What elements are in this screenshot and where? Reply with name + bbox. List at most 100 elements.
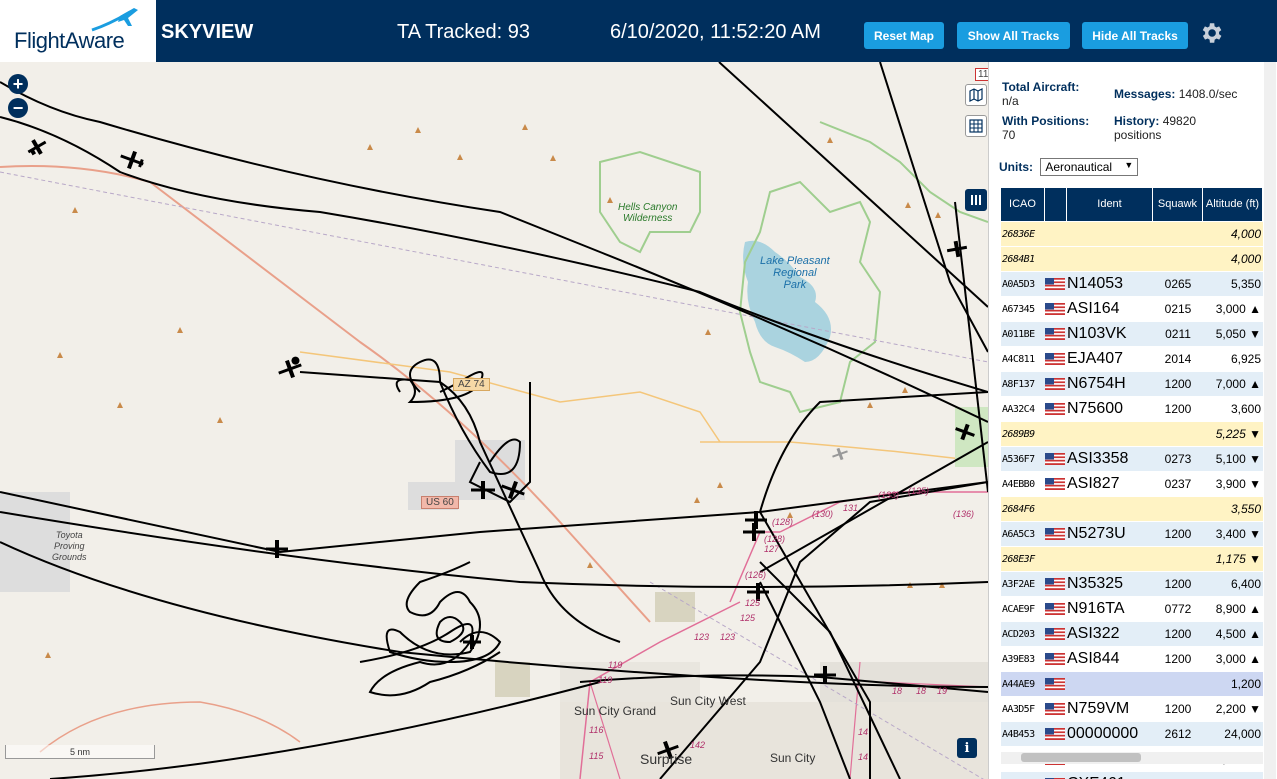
col-icao[interactable]: ICAO bbox=[1001, 188, 1045, 221]
table-row[interactable]: A536F7 ASI3358 0273 5,100 ▼ bbox=[1001, 447, 1263, 472]
altitude-cell: 1,175 ▼ bbox=[1215, 552, 1261, 566]
table-row[interactable]: A4B453 00000000 2612 24,000 bbox=[1001, 722, 1263, 747]
icao-cell: A39E83 bbox=[1002, 653, 1035, 665]
table-row[interactable]: 26836E 4,000 bbox=[1001, 222, 1263, 247]
road-number: 125 bbox=[740, 613, 756, 623]
icao-cell: A8F137 bbox=[1002, 378, 1035, 390]
altitude-cell: 4,500 ▲ bbox=[1215, 627, 1261, 641]
table-row[interactable]: A44AE9 1,200 bbox=[1001, 672, 1263, 697]
road-number: 131 bbox=[843, 503, 859, 513]
flag-cell bbox=[1045, 378, 1067, 390]
plane-logo-icon bbox=[91, 8, 138, 32]
grid-overlay-icon[interactable] bbox=[965, 115, 987, 137]
col-altitude[interactable]: Altitude (ft) bbox=[1203, 188, 1263, 221]
with-positions-value: 70 bbox=[1002, 128, 1016, 142]
road-number: (130) bbox=[812, 509, 834, 519]
horizontal-scrollbar[interactable] bbox=[1001, 752, 1263, 764]
map-layers-icon[interactable] bbox=[965, 84, 987, 106]
table-row[interactable]: A4EBB0 ASI827 0237 3,900 ▼ bbox=[1001, 472, 1263, 497]
us-flag-icon bbox=[1045, 703, 1065, 715]
with-positions-label: With Positions: bbox=[1002, 114, 1090, 128]
icao-cell: 268E3F bbox=[1002, 553, 1035, 565]
squawk-cell: 1200 bbox=[1164, 627, 1192, 641]
table-row[interactable]: A0F5B2 CXF461 1200 4,125 bbox=[1001, 772, 1263, 779]
table-row[interactable]: A39E83 ASI844 1200 3,000 ▲ bbox=[1001, 647, 1263, 672]
map-canvas[interactable]: + − 11 Hells Canyon Wilderness Lake Plea… bbox=[0, 62, 988, 779]
road-number: 127 bbox=[764, 544, 780, 554]
hide-all-tracks-button[interactable]: Hide All Tracks bbox=[1082, 22, 1188, 49]
history-unit: positions bbox=[1114, 128, 1162, 142]
ident-cell: N916TA bbox=[1067, 600, 1125, 617]
icao-cell: AA3D5F bbox=[1002, 703, 1035, 715]
table-row[interactable]: A0A5D3 N14053 0265 5,350 bbox=[1001, 272, 1263, 297]
road-number: (136) bbox=[953, 509, 975, 519]
table-row[interactable]: A4C811 EJA407 2014 6,925 bbox=[1001, 347, 1263, 372]
col-squawk[interactable]: Squawk bbox=[1153, 188, 1203, 221]
table-row[interactable]: 2684B1 4,000 bbox=[1001, 247, 1263, 272]
road-number: 116 bbox=[589, 725, 604, 735]
ident-cell: N75600 bbox=[1067, 400, 1124, 417]
table-row[interactable]: A67345 ASI164 0215 3,000 ▲ bbox=[1001, 297, 1263, 322]
road-number: (128) bbox=[772, 517, 794, 527]
zoom-in-button[interactable]: + bbox=[8, 74, 28, 94]
zoom-out-button[interactable]: − bbox=[8, 98, 28, 118]
flag-cell bbox=[1045, 328, 1067, 340]
road-number: (128) bbox=[764, 534, 786, 544]
reset-map-button[interactable]: Reset Map bbox=[864, 22, 944, 49]
scale-bar: 5 nm bbox=[5, 745, 155, 759]
icao-cell: A44AE9 bbox=[1002, 678, 1035, 690]
hells-canyon-label: Hells Canyon Wilderness bbox=[618, 202, 678, 224]
map-layer[interactable] bbox=[0, 62, 988, 779]
squawk-cell: 0265 bbox=[1164, 277, 1192, 291]
ident-cell: N14053 bbox=[1067, 275, 1124, 292]
table-row[interactable]: 2684F6 3,550 bbox=[1001, 497, 1263, 522]
units-select[interactable]: Aeronautical ▼ bbox=[1040, 158, 1139, 176]
ident-cell: N6754H bbox=[1067, 375, 1126, 392]
aircraft-table-header: ICAO Ident Squawk Altitude (ft) bbox=[1001, 188, 1263, 221]
road-number: 18 bbox=[892, 686, 903, 696]
ident-cell: N103VK bbox=[1067, 325, 1127, 342]
road-number: 14 bbox=[858, 752, 869, 762]
us60-shield: US 60 bbox=[421, 496, 459, 509]
us-flag-icon bbox=[1045, 603, 1065, 615]
show-all-tracks-button[interactable]: Show All Tracks bbox=[957, 22, 1070, 49]
col-ident[interactable]: Ident bbox=[1067, 188, 1153, 221]
flag-cell bbox=[1045, 578, 1067, 590]
road-number: 119 bbox=[598, 675, 613, 685]
lake-pleasant-label: Lake Pleasant Regional Park bbox=[760, 255, 830, 291]
icao-cell: 2684B1 bbox=[1002, 253, 1035, 265]
road-number: 123 bbox=[720, 632, 736, 642]
aircraft-table-body: 26836E 4,000 2684B1 4,000 A0A5D3 N14053 … bbox=[1001, 222, 1263, 779]
table-row[interactable]: A8F137 N6754H 1200 7,000 ▲ bbox=[1001, 372, 1263, 397]
ident-cell: ASI322 bbox=[1067, 625, 1120, 642]
table-row[interactable]: AA32C4 N75600 1200 3,600 bbox=[1001, 397, 1263, 422]
table-row[interactable]: 268E3F 1,175 ▼ bbox=[1001, 547, 1263, 572]
flightaware-logo[interactable]: FlightAware bbox=[0, 0, 156, 62]
col-flag[interactable] bbox=[1045, 188, 1067, 221]
table-row[interactable]: A3F2AE N35325 1200 6,400 bbox=[1001, 572, 1263, 597]
table-row[interactable]: ACAE9F N916TA 0772 8,900 ▲ bbox=[1001, 597, 1263, 622]
altitude-cell: 3,550 bbox=[1230, 502, 1261, 516]
info-icon[interactable]: i bbox=[957, 738, 977, 758]
settings-gear-icon[interactable] bbox=[1198, 20, 1224, 46]
us-flag-icon bbox=[1045, 628, 1065, 640]
vertical-scrollbar[interactable] bbox=[1264, 62, 1276, 779]
units-label: Units: bbox=[999, 160, 1033, 174]
columns-toggle-icon[interactable] bbox=[965, 189, 987, 211]
table-row[interactable]: ACD203 ASI322 1200 4,500 ▲ bbox=[1001, 622, 1263, 647]
ident-cell: CXF461 bbox=[1067, 775, 1153, 779]
table-row[interactable]: A011BE N103VK 0211 5,050 ▼ bbox=[1001, 322, 1263, 347]
ident-cell: ASI164 bbox=[1067, 300, 1120, 317]
altitude-cell: 5,225 ▼ bbox=[1215, 427, 1261, 441]
flag-cell bbox=[1045, 703, 1067, 715]
table-row[interactable]: 2689B9 5,225 ▼ bbox=[1001, 422, 1263, 447]
flag-cell bbox=[1045, 478, 1067, 490]
flag-cell bbox=[1045, 653, 1067, 665]
ident-cell: ASI3358 bbox=[1067, 450, 1129, 467]
ident-cell: 00000000 bbox=[1067, 725, 1139, 742]
icao-cell: A4C811 bbox=[1002, 353, 1035, 365]
table-row[interactable]: AA3D5F N759VM 1200 2,200 ▼ bbox=[1001, 697, 1263, 722]
icao-cell: A0A5D3 bbox=[1002, 278, 1035, 290]
table-row[interactable]: A6A5C3 N5273U 1200 3,400 ▼ bbox=[1001, 522, 1263, 547]
flag-cell bbox=[1045, 528, 1067, 540]
